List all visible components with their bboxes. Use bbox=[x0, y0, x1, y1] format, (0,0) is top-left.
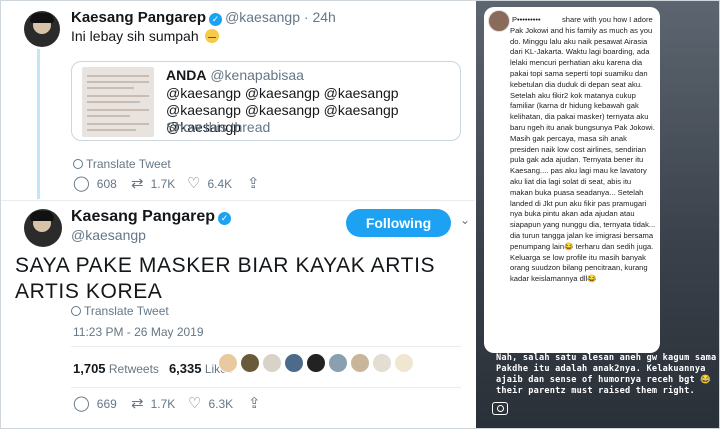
quoted-handle: @kenapabisaa bbox=[210, 67, 304, 83]
following-button[interactable]: Following bbox=[346, 209, 451, 237]
tweet-actions: ◯ 669 ⇄ 1.7K ♡ 6.3K ⇪ bbox=[73, 395, 261, 412]
share-button[interactable]: ⇪ bbox=[247, 175, 260, 192]
instagram-story-panel: P••••••••• share with you how I adore Pa… bbox=[476, 1, 719, 428]
emoji-icon bbox=[204, 29, 219, 43]
liker-avatar[interactable] bbox=[218, 353, 238, 373]
story-message-card: P••••••••• share with you how I adore Pa… bbox=[484, 7, 660, 353]
liker-avatar[interactable] bbox=[240, 353, 260, 373]
like-count: 6.3K bbox=[208, 397, 234, 411]
quoted-tweet[interactable]: ANDA @kenapabisaa @kaesangp @kaesangp @k… bbox=[71, 61, 461, 141]
divider bbox=[71, 387, 461, 388]
retweet-icon: ⇄ bbox=[131, 395, 144, 412]
translate-link[interactable]: Translate Tweet bbox=[73, 157, 171, 171]
twitter-panel: Kaesang Pangarep ✓ @kaesangp · 24h Ini leb… bbox=[1, 1, 475, 428]
user-name[interactable]: Kaesang Pangarep bbox=[71, 208, 215, 225]
translate-link[interactable]: Translate Tweet bbox=[71, 304, 169, 318]
retweet-count: 1.7K bbox=[150, 397, 176, 411]
tweet-text-body: Ini lebay sih sumpah bbox=[71, 28, 199, 44]
tweet-2[interactable]: Kaesang Pangarep ✓ @kaesangp Following ⌄ … bbox=[1, 201, 475, 428]
liker-avatar[interactable] bbox=[350, 353, 370, 373]
liker-avatar[interactable] bbox=[328, 353, 348, 373]
reply-count: 669 bbox=[96, 397, 117, 411]
story-message-text: share with you how I adore Pak Jokowi an… bbox=[510, 15, 656, 284]
tweet-text: Ini lebay sih sumpah bbox=[71, 28, 219, 44]
thread-connector bbox=[37, 49, 40, 199]
tweet-timestamp[interactable]: 11:23 PM - 26 May 2019 bbox=[73, 325, 204, 339]
tweet-header: Kaesang Pangarep ✓ @kaesangp · 24h bbox=[71, 9, 336, 26]
tweet-time[interactable]: · 24h bbox=[304, 9, 336, 25]
verified-badge-icon: ✓ bbox=[209, 13, 223, 26]
user-name[interactable]: Kaesang Pangarep bbox=[71, 9, 206, 26]
liker-avatar[interactable] bbox=[394, 353, 414, 373]
tweet-text: SAYA PAKE MASKER BIAR KAYAK ARTIS ARTIS … bbox=[15, 254, 436, 303]
reply-count: 608 bbox=[96, 177, 117, 191]
share-icon: ⇪ bbox=[248, 395, 261, 412]
reply-button[interactable]: ◯ 608 bbox=[73, 175, 131, 192]
retweet-button[interactable]: ⇄ 1.7K bbox=[131, 395, 188, 412]
retweet-button[interactable]: ⇄ 1.7K bbox=[131, 175, 187, 192]
tweet-actions: ◯ 608 ⇄ 1.7K ♡ 6.4K ⇪ bbox=[73, 175, 260, 192]
retweet-count: 1.7K bbox=[150, 177, 176, 191]
translate-label: Translate Tweet bbox=[84, 304, 169, 318]
like-button[interactable]: ♡ 6.4K bbox=[187, 175, 247, 192]
quoted-thumbnail[interactable] bbox=[82, 67, 154, 137]
globe-icon bbox=[71, 306, 81, 316]
reply-icon: ◯ bbox=[73, 175, 90, 192]
retweet-icon: ⇄ bbox=[131, 175, 144, 192]
like-count: 6.4K bbox=[207, 177, 233, 191]
divider bbox=[71, 346, 461, 347]
share-button[interactable]: ⇪ bbox=[248, 395, 261, 412]
show-thread-link[interactable]: Show this thread bbox=[166, 119, 270, 135]
quoted-name: ANDA bbox=[166, 67, 207, 83]
reply-button[interactable]: ◯ 669 bbox=[73, 395, 131, 412]
engagement-stats: 1,705 Retweets 6,335 Likes bbox=[73, 361, 233, 376]
heart-icon: ♡ bbox=[188, 395, 202, 412]
chevron-down-icon[interactable]: ⌄ bbox=[460, 213, 470, 227]
retweets-stat[interactable]: 1,705 Retweets bbox=[73, 361, 159, 376]
reply-icon: ◯ bbox=[73, 395, 90, 412]
liker-avatar[interactable] bbox=[262, 353, 282, 373]
avatar[interactable] bbox=[24, 209, 62, 247]
camera-icon[interactable] bbox=[492, 402, 508, 415]
liker-avatar[interactable] bbox=[306, 353, 326, 373]
user-handle[interactable]: @kaesangp bbox=[225, 9, 300, 25]
verified-badge-icon: ✓ bbox=[218, 212, 232, 225]
like-button[interactable]: ♡ 6.3K bbox=[188, 395, 248, 412]
user-handle[interactable]: @kaesangp bbox=[71, 227, 146, 243]
heart-icon: ♡ bbox=[187, 175, 201, 192]
tweet-1[interactable]: Kaesang Pangarep ✓ @kaesangp · 24h Ini leb… bbox=[1, 1, 475, 201]
avatar[interactable] bbox=[488, 10, 510, 32]
share-icon: ⇪ bbox=[247, 175, 260, 192]
likes-count: 6,335 bbox=[168, 361, 202, 376]
globe-icon bbox=[73, 159, 83, 169]
tweet-header: Kaesang Pangarep ✓ bbox=[71, 208, 234, 226]
story-caption: Nah, salah satu alesan aneh gw kagum sam… bbox=[496, 353, 717, 396]
quoted-header: ANDA @kenapabisaa bbox=[166, 67, 304, 83]
liker-avatar[interactable] bbox=[372, 353, 392, 373]
liker-avatars[interactable] bbox=[218, 353, 414, 373]
translate-label: Translate Tweet bbox=[86, 157, 171, 171]
retweets-count: 1,705 bbox=[73, 361, 106, 376]
avatar[interactable] bbox=[24, 11, 60, 47]
liker-avatar[interactable] bbox=[284, 353, 304, 373]
retweets-label: Retweets bbox=[108, 362, 159, 376]
